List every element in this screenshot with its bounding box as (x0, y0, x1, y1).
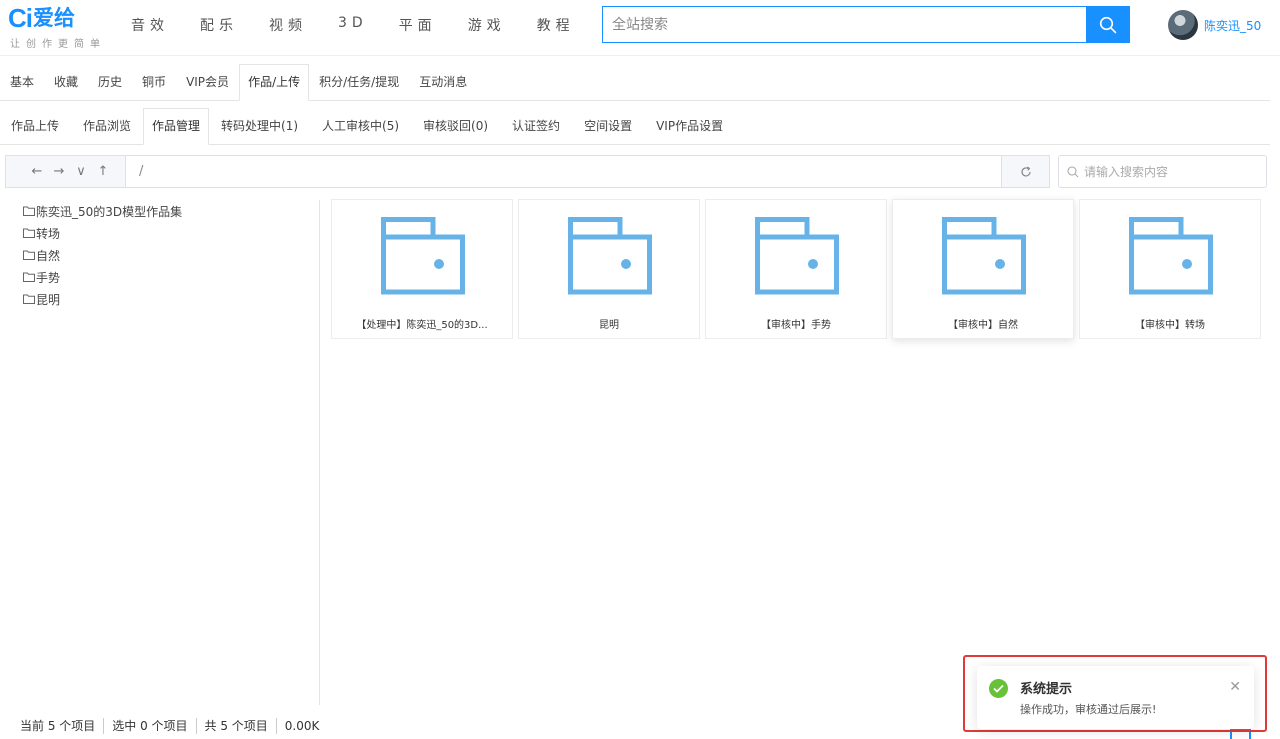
folder-name: 【审核中】手势 (761, 320, 831, 331)
check-circle-icon (989, 679, 1008, 698)
nav-item-video[interactable]: 视频 (266, 15, 310, 35)
nav-item-game[interactable]: 游戏 (465, 15, 509, 35)
tab-certification[interactable]: 认证签约 (500, 108, 572, 145)
logo-mark: Ci (8, 3, 33, 33)
folder-name: 【处理中】陈奕迅_50的3D... (356, 320, 488, 331)
panel-divider[interactable] (319, 200, 320, 705)
tab-basic[interactable]: 基本 (0, 64, 44, 101)
tab-browse[interactable]: 作品浏览 (71, 108, 143, 145)
close-icon[interactable]: ✕ (1229, 680, 1241, 694)
folder-card[interactable]: 【处理中】陈奕迅_50的3D... (331, 199, 513, 339)
nav-item-sound[interactable]: 音效 (128, 15, 172, 35)
tree-item[interactable]: 转场 (23, 222, 313, 244)
folder-outline-icon (23, 272, 35, 282)
tree-item-label: 自然 (36, 248, 61, 263)
tab-vip[interactable]: VIP会员 (176, 64, 239, 101)
status-bar: 当前 5 个项目 选中 0 个项目 共 5 个项目 0.00K (12, 718, 327, 734)
site-search (602, 6, 1130, 43)
folder-outline-icon (23, 294, 35, 304)
tab-works-upload[interactable]: 作品/上传 (239, 64, 310, 101)
nav-item-music[interactable]: 配乐 (197, 15, 241, 35)
avatar[interactable] (1168, 10, 1198, 40)
tab-points-tasks[interactable]: 积分/任务/提现 (309, 64, 409, 101)
refresh-icon (1020, 165, 1031, 177)
folder-icon (1129, 217, 1213, 295)
folder-icon (755, 217, 839, 295)
notification-title: 系统提示 (1020, 682, 1073, 697)
tree-item[interactable]: 自然 (23, 244, 313, 266)
status-size: 0.00K (284, 719, 320, 733)
tree-item-label: 昆明 (36, 292, 61, 307)
tree-item[interactable]: 昆明 (23, 288, 313, 310)
folder-outline-icon (23, 250, 35, 260)
logo-slogan: 让创作更简单 (10, 39, 106, 50)
tab-reviewing[interactable]: 人工审核中(5) (310, 108, 411, 145)
folder-icon (568, 217, 652, 295)
folder-outline-icon (23, 228, 35, 238)
status-total: 共 5 个项目 (197, 718, 277, 734)
work-tabs: 作品上传 作品浏览 作品管理 转码处理中(1) 人工审核中(5) 审核驳回(0)… (0, 108, 1270, 145)
file-search-input[interactable] (1084, 164, 1254, 179)
forward-arrow-icon[interactable]: → (48, 162, 70, 182)
tree-item-label: 转场 (36, 226, 61, 241)
tab-favorites[interactable]: 收藏 (44, 64, 88, 101)
status-selected: 选中 0 个项目 (104, 718, 197, 734)
back-arrow-icon[interactable]: ← (26, 162, 48, 182)
tab-manage[interactable]: 作品管理 (143, 108, 210, 145)
site-logo[interactable]: Ci 爱给 让创作更简单 (8, 4, 106, 50)
site-search-input[interactable] (603, 7, 1086, 42)
user-name[interactable]: 陈奕迅_50 (1204, 17, 1261, 34)
path-bar: ← → ∨ ↑ / (5, 155, 1050, 188)
folder-name: 【审核中】自然 (948, 320, 1018, 331)
tab-transcoding[interactable]: 转码处理中(1) (209, 108, 310, 145)
notification-toast: 系统提示 操作成功，审核通过后展示! ✕ (977, 666, 1254, 729)
top-header: Ci 爱给 让创作更简单 音效 配乐 视频 3D 平面 游戏 教程 陈奕迅_50 (0, 0, 1280, 56)
site-search-button[interactable] (1086, 7, 1129, 42)
tab-upload[interactable]: 作品上传 (0, 108, 71, 145)
main-nav: 音效 配乐 视频 3D 平面 游戏 教程 (128, 15, 603, 35)
tab-rejected[interactable]: 审核驳回(0) (411, 108, 500, 145)
tab-history[interactable]: 历史 (88, 64, 132, 101)
folder-name: 昆明 (599, 320, 619, 331)
up-arrow-icon[interactable]: ↑ (92, 162, 114, 182)
nav-arrows: ← → ∨ ↑ (6, 156, 126, 187)
tab-messages[interactable]: 互动消息 (409, 64, 477, 101)
refresh-button[interactable] (1001, 156, 1049, 187)
folder-card[interactable]: 【审核中】手势 (705, 199, 887, 339)
folder-card[interactable]: 【审核中】自然 (892, 199, 1074, 339)
tree-item[interactable]: 手势 (23, 266, 313, 288)
nav-item-graphic[interactable]: 平面 (396, 15, 440, 35)
file-search (1058, 155, 1267, 188)
nav-item-tutorial[interactable]: 教程 (534, 15, 578, 35)
notification-message: 操作成功，审核通过后展示! (1020, 703, 1157, 716)
history-dropdown-icon[interactable]: ∨ (70, 162, 92, 182)
search-icon (1067, 165, 1079, 177)
nav-item-3d[interactable]: 3D (335, 15, 371, 35)
folder-name: 【审核中】转场 (1135, 320, 1205, 331)
tree-item-label: 手势 (36, 270, 61, 285)
folder-icon (381, 217, 465, 295)
tab-vip-settings[interactable]: VIP作品设置 (644, 108, 735, 145)
user-menu[interactable]: 陈奕迅_50 (1168, 10, 1261, 40)
folder-grid: 【处理中】陈奕迅_50的3D... 昆明 【审核中】手势 【审核中】自然 【审核… (331, 199, 1266, 339)
folder-outline-icon (23, 206, 35, 216)
folder-tree: 陈奕迅_50的3D模型作品集 转场 自然 手势 昆明 (23, 200, 313, 310)
account-tabs: 基本 收藏 历史 铜币 VIP会员 作品/上传 积分/任务/提现 互动消息 (0, 64, 1270, 101)
tab-coins[interactable]: 铜币 (132, 64, 176, 101)
search-icon (1099, 16, 1116, 33)
folder-icon (942, 217, 1026, 295)
folder-card[interactable]: 【审核中】转场 (1079, 199, 1261, 339)
tab-space-settings[interactable]: 空间设置 (572, 108, 644, 145)
status-current: 当前 5 个项目 (12, 718, 105, 734)
folder-card[interactable]: 昆明 (518, 199, 700, 339)
tree-item-label: 陈奕迅_50的3D模型作品集 (36, 204, 183, 219)
tree-item[interactable]: 陈奕迅_50的3D模型作品集 (23, 200, 313, 222)
logo-text: 爱给 (33, 6, 75, 30)
current-path[interactable]: / (126, 156, 1001, 187)
